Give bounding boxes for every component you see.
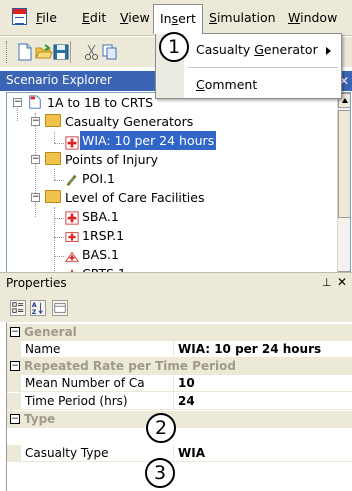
folder-icon <box>45 190 61 203</box>
category-repeated-rate[interactable]: − Repeated Rate per Time Period <box>7 358 352 375</box>
tree-node-sba[interactable]: SBA.1 <box>80 207 121 226</box>
tree-node-level-of-care[interactable]: Level of Care Facilities <box>63 188 206 207</box>
point-of-injury-icon <box>66 174 77 187</box>
row-gutter <box>7 445 21 462</box>
tree-line <box>54 180 64 181</box>
property-row-casualty-type[interactable]: Casualty Type WIA <box>7 445 352 462</box>
submenu-arrow-icon <box>326 47 331 55</box>
property-name: Casualty Type <box>25 446 109 460</box>
property-value[interactable]: WIA <box>178 446 205 460</box>
new-document-icon[interactable] <box>16 43 34 61</box>
category-general[interactable]: − General <box>7 324 352 341</box>
property-value[interactable]: 24 <box>178 394 195 408</box>
tree-node-poi[interactable]: POI.1 <box>80 169 117 188</box>
tree-line <box>17 108 18 121</box>
toolbar-separator <box>70 41 71 63</box>
tree-node-wia[interactable]: WIA: 10 per 24 hours <box>80 131 217 150</box>
medical-cross-icon <box>65 211 79 225</box>
aid-station-icon <box>65 251 79 262</box>
tree-line <box>54 218 64 219</box>
callout-marker-1: 1 <box>159 32 189 62</box>
tree-scrollbar[interactable] <box>337 93 350 287</box>
column-divider[interactable] <box>173 445 174 462</box>
casualty-generator-icon <box>65 136 79 150</box>
scenario-icon <box>29 95 41 109</box>
property-row-time-period[interactable]: Time Period (hrs) 24 <box>7 393 352 410</box>
property-name: Time Period (hrs) <box>25 394 128 408</box>
properties-toolbar: A Z <box>0 294 352 322</box>
svg-text:A: A <box>32 302 37 309</box>
menu-view[interactable]: View <box>120 10 150 25</box>
open-folder-icon[interactable] <box>35 43 53 61</box>
collapse-icon[interactable]: − <box>10 361 20 371</box>
menu-bar: File Edit View Insert Simulation Window <box>0 0 352 36</box>
row-gutter <box>7 375 21 392</box>
alphabetical-sort-icon[interactable]: A Z <box>30 300 46 316</box>
toolbar-grip[interactable] <box>6 41 9 63</box>
save-icon[interactable] <box>52 43 70 61</box>
tree-line <box>54 169 55 180</box>
properties-title-bar: Properties ⊥ ✕ <box>0 272 352 294</box>
property-grid: − General Name WIA: 10 per 24 hours − Re… <box>6 322 352 491</box>
folder-icon <box>45 114 61 127</box>
svg-text:Z: Z <box>32 309 37 316</box>
properties-title: Properties <box>6 276 67 290</box>
close-icon[interactable]: ✕ <box>337 275 347 289</box>
category-type[interactable]: − Type <box>7 411 352 428</box>
property-value[interactable]: 10 <box>178 376 195 390</box>
scenario-tree[interactable]: − 1A to 1B to CRTS − Casualty Generators… <box>6 92 351 288</box>
row-gutter <box>7 393 21 410</box>
categorized-view-icon[interactable] <box>10 300 26 316</box>
pin-icon[interactable]: ⊥ <box>322 276 332 289</box>
menu-simulation[interactable]: Simulation <box>209 10 276 25</box>
column-divider[interactable] <box>173 393 174 410</box>
property-row-mean-number[interactable]: Mean Number of Ca 10 <box>7 375 352 392</box>
property-row-name[interactable]: Name WIA: 10 per 24 hours <box>7 341 352 358</box>
property-name: Mean Number of Ca <box>25 376 145 390</box>
app-icon[interactable] <box>12 8 27 25</box>
row-gutter <box>7 341 21 358</box>
column-divider[interactable] <box>173 341 174 358</box>
tree-node-points-of-injury[interactable]: Points of Injury <box>63 150 160 169</box>
scrollbar-thumb[interactable] <box>338 110 350 218</box>
menu-edit[interactable]: Edit <box>82 10 106 25</box>
callout-marker-2: 2 <box>146 413 176 443</box>
medical-unit-icon <box>65 232 79 242</box>
tree-node-bas[interactable]: BAS.1 <box>80 245 121 264</box>
property-name: Name <box>25 342 61 356</box>
cut-icon[interactable] <box>83 43 101 61</box>
menu-separator <box>188 67 338 68</box>
property-value[interactable]: WIA: 10 per 24 hours <box>178 342 321 356</box>
property-pages-icon[interactable] <box>52 300 68 316</box>
menu-insert[interactable]: Insert <box>153 4 203 34</box>
tree-expander[interactable]: − <box>31 117 40 126</box>
tree-line <box>54 143 64 144</box>
tree-line <box>54 132 55 143</box>
menu-item-comment[interactable]: Comment <box>196 77 257 92</box>
column-divider[interactable] <box>173 375 174 392</box>
copy-icon[interactable] <box>101 43 119 61</box>
menu-item-casualty-generator[interactable]: Casualty Generator <box>196 42 318 57</box>
collapse-icon[interactable]: − <box>10 414 20 424</box>
tree-node-scenario[interactable]: 1A to 1B to CRTS <box>45 93 155 112</box>
tree-line <box>54 237 64 238</box>
scenario-explorer-title: Scenario Explorer <box>6 73 112 87</box>
tree-expander[interactable]: − <box>31 155 40 164</box>
tree-node-casualty-generators[interactable]: Casualty Generators <box>63 112 195 131</box>
callout-marker-3: 3 <box>145 458 175 488</box>
tree-line <box>54 256 64 257</box>
tree-expander[interactable]: − <box>13 98 22 107</box>
menu-file[interactable]: File <box>36 10 57 25</box>
tree-node-1rsp[interactable]: 1RSP.1 <box>80 226 126 245</box>
menu-window[interactable]: Window <box>288 10 337 25</box>
tree-expander[interactable]: − <box>31 193 40 202</box>
folder-icon <box>45 152 61 165</box>
collapse-icon[interactable]: − <box>10 327 20 337</box>
